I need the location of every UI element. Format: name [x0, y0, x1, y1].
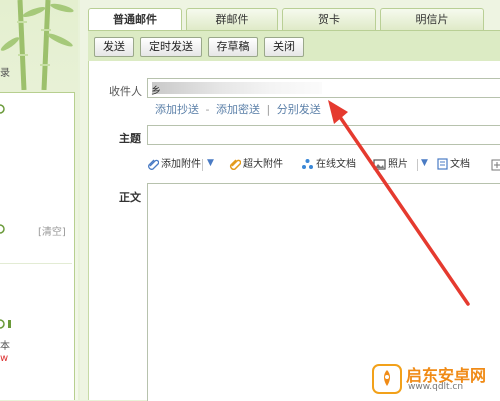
document-label: 文档: [450, 159, 470, 170]
photo-label: 照片: [388, 159, 408, 170]
sidebar-divider: [0, 263, 72, 264]
body-label: 正文: [119, 191, 141, 204]
subject-input[interactable]: [147, 125, 500, 145]
clear-link[interactable]: [清空]: [38, 223, 66, 238]
compose-form: 收件人 乡 添加抄送 - 添加密送 | 分别发送 主题 添加附件 ▼ 超大附件 …: [88, 61, 500, 401]
left-sidebar: 录 [清空] 本 w: [0, 0, 78, 400]
send-separately-link[interactable]: 分别发送: [277, 103, 321, 116]
recipient-value: 乡: [151, 86, 161, 97]
online-doc-label: 在线文档: [316, 159, 356, 170]
bamboo-decoration-icon: [0, 0, 74, 90]
subject-label: 主题: [119, 132, 141, 145]
tab-postcard[interactable]: 明信片: [380, 8, 484, 30]
add-attachment-button[interactable]: 添加附件: [147, 157, 201, 173]
link-separator: -: [205, 103, 210, 116]
online-doc-button[interactable]: 在线文档: [301, 157, 356, 173]
large-attachment-icon: [229, 159, 241, 170]
add-bcc-link[interactable]: 添加密送: [216, 103, 260, 116]
chevron-down-icon[interactable]: ▼: [421, 158, 428, 168]
recipient-links: 添加抄送 - 添加密送 | 分别发送: [155, 101, 321, 117]
folder-icon: [0, 224, 5, 234]
close-button[interactable]: 关闭: [264, 37, 304, 57]
sidebar-text-fragment: 录: [0, 68, 10, 79]
recipient-label: 收件人: [109, 85, 142, 98]
add-attachment-label: 添加附件: [161, 159, 201, 170]
watermark-url: www.qdlt.cn: [408, 382, 464, 392]
tab-group-mail[interactable]: 群邮件: [186, 8, 278, 30]
rocket-icon: [384, 370, 390, 386]
photo-button[interactable]: 照片: [373, 157, 408, 173]
watermark-logo-icon: [372, 364, 402, 394]
online-doc-icon: [302, 159, 313, 169]
scheduled-send-button[interactable]: 定时发送: [140, 37, 202, 57]
sidebar-panel: [清空] 本 w: [0, 92, 75, 400]
document-button[interactable]: 文档: [437, 157, 470, 173]
toolbar-divider: [417, 159, 418, 171]
sidebar-text-fragment: w: [0, 353, 9, 364]
save-draft-button[interactable]: 存草稿: [208, 37, 258, 57]
more-tools-icon[interactable]: [491, 159, 500, 171]
chevron-down-icon[interactable]: ▼: [207, 158, 214, 168]
photo-icon: [373, 159, 386, 170]
tab-greeting-card[interactable]: 贺卡: [282, 8, 376, 30]
document-icon: [437, 158, 448, 170]
folder-icon: [0, 104, 5, 114]
large-attachment-button[interactable]: 超大附件: [229, 157, 283, 173]
paperclip-icon: [148, 159, 159, 170]
attachment-toolbar: 添加附件 ▼ 超大附件 在线文档 照片 ▼ 文档: [148, 157, 500, 173]
watermark: 启东安卓网 www.qdlt.cn: [372, 360, 500, 398]
contacts-icon: [0, 319, 11, 329]
recipient-blurred-chip: [152, 82, 322, 94]
large-attachment-label: 超大附件: [243, 159, 283, 170]
compose-toolbar: 发送 定时发送 存草稿 关闭: [88, 30, 500, 62]
add-cc-link[interactable]: 添加抄送: [155, 103, 199, 116]
toolbar-divider: [202, 159, 203, 171]
tab-normal-mail[interactable]: 普通邮件: [88, 8, 182, 31]
send-button[interactable]: 发送: [94, 37, 134, 57]
sidebar-text-fragment: 本: [0, 341, 10, 352]
link-separator: |: [266, 103, 271, 116]
compose-area: 普通邮件 群邮件 贺卡 明信片 发送 定时发送 存草稿 关闭 收件人 乡 添加抄…: [80, 0, 500, 401]
recipient-input[interactable]: 乡: [147, 78, 500, 98]
